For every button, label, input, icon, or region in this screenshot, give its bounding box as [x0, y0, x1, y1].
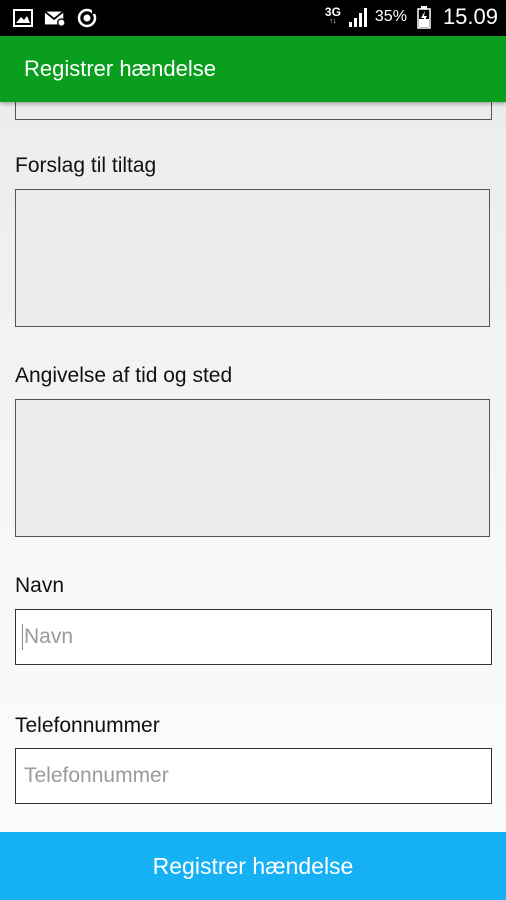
network-type: 3G ↑↓ — [324, 5, 341, 25]
phone-field-box — [15, 748, 492, 804]
status-bar: 3G ↑↓ 35% 15.09 — [0, 0, 506, 36]
signal-icon — [347, 6, 369, 28]
previous-textarea[interactable] — [15, 102, 492, 120]
time-place-label: Angivelse af tid og sted — [15, 364, 233, 387]
battery-icon — [413, 6, 435, 29]
phone-label: Telefonnummer — [15, 714, 160, 737]
clock: 15.09 — [442, 4, 498, 29]
gallery-icon — [12, 7, 34, 29]
form-scroll-area[interactable]: Forslag til tiltag Angivelse af tid og s… — [0, 102, 506, 832]
name-label: Navn — [15, 574, 65, 597]
sms-icon — [44, 7, 66, 29]
page-title: Registrer hændelse — [24, 56, 216, 81]
name-field-box — [15, 609, 492, 665]
suggestion-label: Forslag til tiltag — [15, 154, 157, 177]
sync-icon — [76, 7, 98, 29]
phone-input[interactable] — [16, 749, 491, 803]
register-button[interactable]: Registrer hændelse — [0, 832, 506, 900]
app-bar: Registrer hændelse — [0, 36, 506, 102]
suggestion-textarea[interactable] — [15, 189, 490, 327]
name-input[interactable] — [16, 610, 491, 664]
time-place-textarea[interactable] — [15, 399, 490, 537]
battery-percent: 35% — [374, 8, 407, 25]
